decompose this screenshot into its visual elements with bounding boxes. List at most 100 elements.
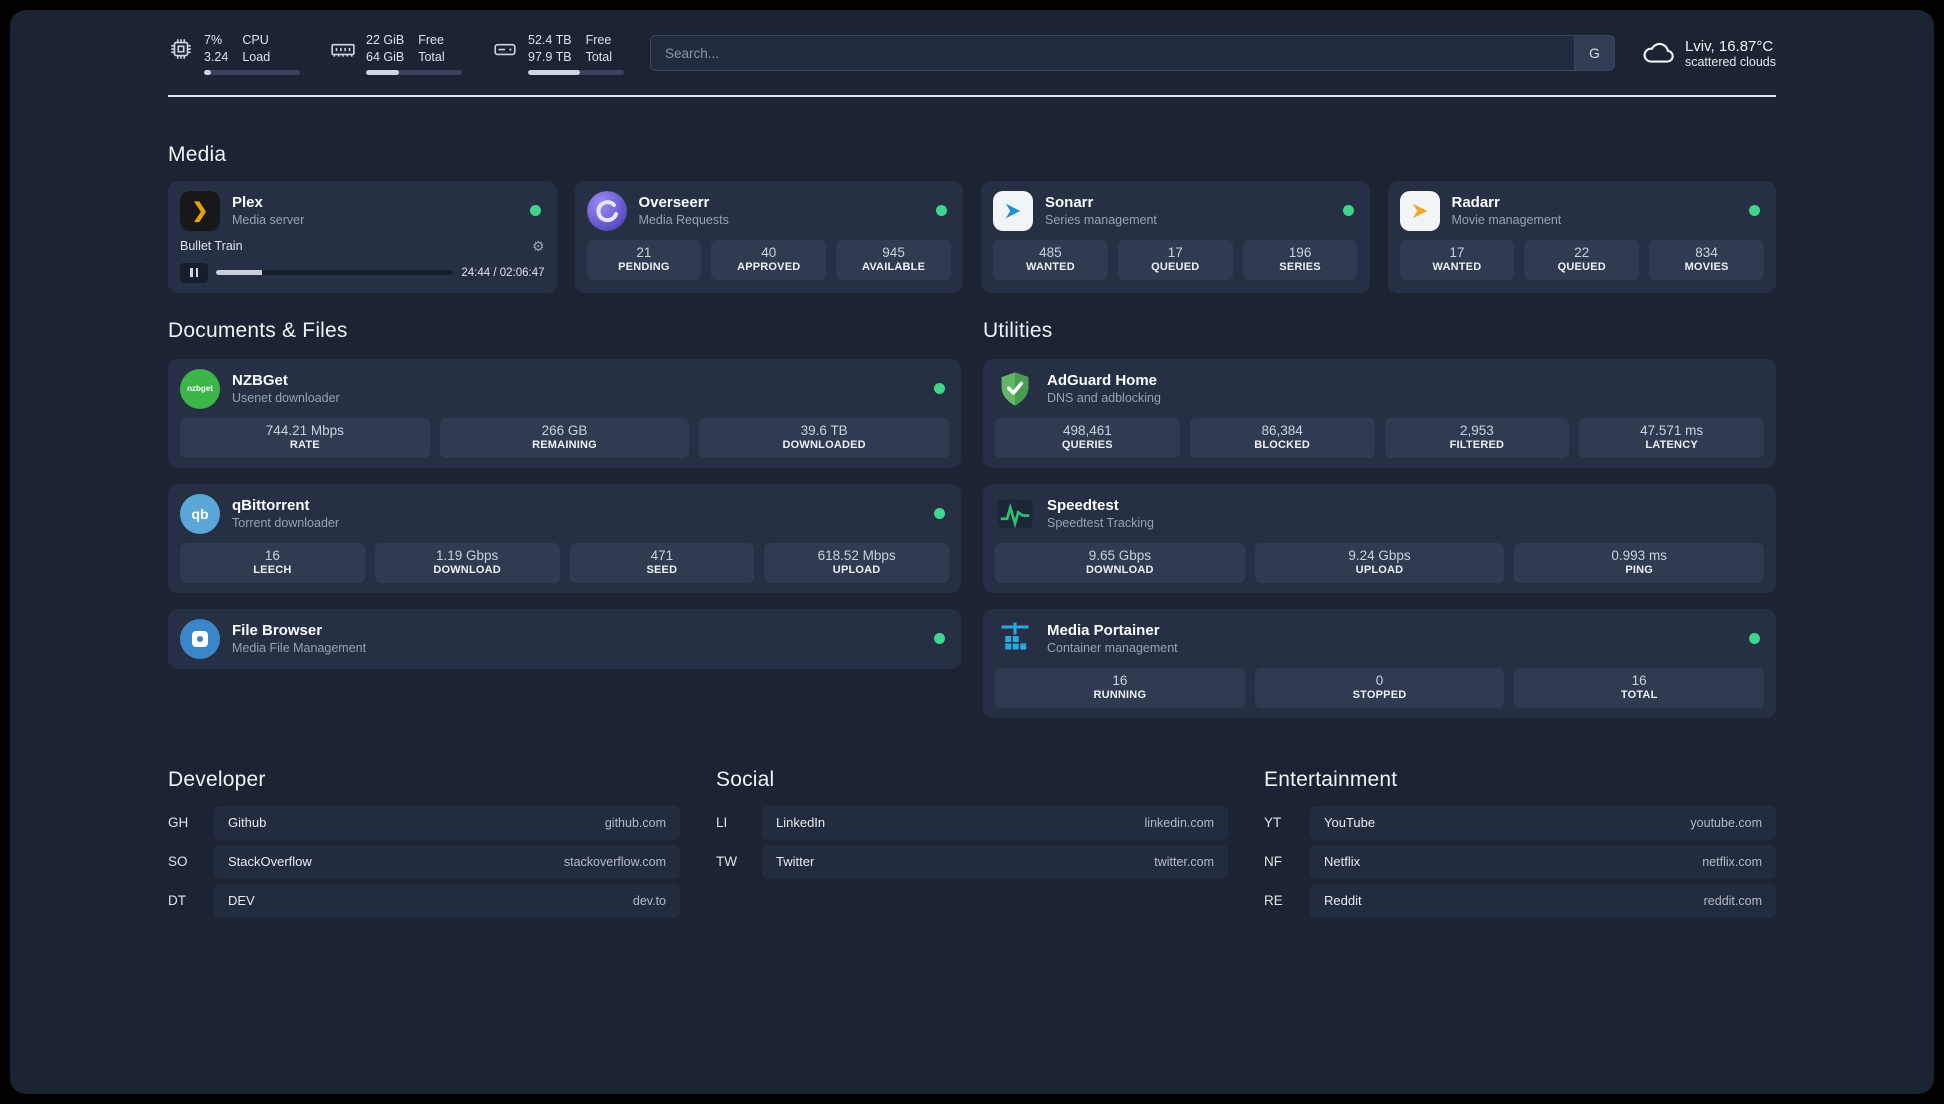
weather-location: Lviv, 16.87°C — [1684, 37, 1774, 55]
app-name-qbittorrent: qBittorrent — [232, 496, 310, 514]
app-desc-nzbget: Usenet downloader — [232, 391, 340, 406]
app-card-plex[interactable]: ❯ Plex Media server Bullet Train ⚙ 24:44… — [168, 180, 557, 293]
stat-running: 16 RUNNING — [995, 667, 1245, 708]
status-dot-filebrowser — [934, 633, 945, 645]
sonarr-icon — [993, 190, 1033, 231]
app-card-overseerr[interactable]: Overseerr Media Requests 21 PENDING 40 A… — [574, 180, 963, 293]
status-dot-nzbget — [934, 383, 945, 395]
app-name-speedtest: Speedtest — [1047, 496, 1119, 514]
app-card-qbittorrent[interactable]: qb qBittorrent Torrent downloader 16 LEE… — [168, 483, 961, 593]
stat-rate: 744.21 Mbps RATE — [180, 417, 430, 458]
radarr-icon — [1399, 190, 1440, 231]
weather-condition: scattered clouds — [1684, 54, 1776, 69]
stat-approved: 40 APPROVED — [711, 239, 827, 280]
bookmark-row-stackoverflow: SO StackOverflow stackoverflow.com — [168, 844, 680, 879]
app-card-radarr[interactable]: Radarr Movie management 17 WANTED 22 QUE… — [1387, 180, 1776, 293]
stat-ping: 0.993 ms PING — [1514, 542, 1765, 583]
status-dot-qbittorrent — [934, 508, 945, 520]
disk-metric: 52.4 TB 97.9 TB Free Total — [492, 32, 624, 75]
bookmark-link-reddit[interactable]: Reddit reddit.com — [1310, 883, 1776, 918]
media-section: Media ❯ Plex Media server Bullet Train ⚙ — [10, 143, 1934, 293]
status-dot-radarr — [1749, 205, 1760, 217]
search-input[interactable] — [651, 36, 1574, 71]
now-playing-title: Bullet Train — [180, 239, 243, 254]
overseerr-icon — [586, 190, 627, 231]
app-desc-speedtest: Speedtest Tracking — [1047, 516, 1155, 531]
stat-seed: 471 SEED — [569, 542, 755, 583]
section-title-social: Social — [716, 767, 775, 791]
playback-progress-bar[interactable] — [216, 270, 454, 276]
cpu-progress-bar — [204, 69, 300, 75]
ram-icon — [331, 43, 355, 57]
bookmark-link-netflix[interactable]: Netflix netflix.com — [1310, 844, 1776, 879]
ram-value: 22 GiB — [366, 33, 405, 47]
section-title-utilities: Utilities — [983, 318, 1053, 342]
disk-label-bottom: Total — [585, 49, 612, 64]
bookmark-abbr: SO — [168, 854, 188, 870]
search-bar: G — [650, 35, 1615, 72]
system-metrics: 7% 3.24 CPU Load 22 GiB 64 GiB Free Tota… — [168, 32, 624, 75]
pause-button[interactable] — [180, 262, 208, 283]
app-desc-sonarr: Series management — [1045, 213, 1157, 228]
app-card-adguard[interactable]: AdGuard Home DNS and adblocking 498,461 … — [983, 358, 1776, 468]
cpu-value: 7% — [204, 33, 223, 47]
bookmark-abbr: YT — [1264, 815, 1282, 831]
bookmark-abbr: RE — [1264, 893, 1283, 909]
bookmark-row-reddit: RE Reddit reddit.com — [1264, 883, 1776, 918]
app-name-plex: Plex — [232, 193, 263, 211]
app-card-portainer[interactable]: Media Portainer Container management 16 … — [983, 608, 1776, 718]
bookmark-abbr: NF — [1264, 854, 1282, 870]
stat-queued: 17 QUEUED — [1117, 239, 1233, 280]
qbittorrent-icon: qb — [180, 493, 220, 534]
status-dot-sonarr — [1342, 205, 1354, 217]
bookmark-link-stackoverflow[interactable]: StackOverflow stackoverflow.com — [214, 844, 680, 879]
stat-queued: 22 QUEUED — [1524, 239, 1640, 280]
playback-time: 24:44 / 02:06:47 — [461, 266, 545, 279]
weather-widget[interactable]: Lviv, 16.87°C scattered clouds — [1641, 36, 1776, 70]
bookmark-link-twitter[interactable]: Twitter twitter.com — [762, 844, 1228, 879]
stat-pending: 21 PENDING — [586, 239, 702, 280]
app-desc-qbittorrent: Torrent downloader — [232, 516, 340, 531]
topbar: 7% 3.24 CPU Load 22 GiB 64 GiB Free Tota… — [168, 32, 1776, 75]
cpu-label-top: CPU — [242, 33, 269, 47]
stat-blocked: 86,384 BLOCKED — [1189, 417, 1375, 458]
app-card-filebrowser[interactable]: File Browser Media File Management — [168, 608, 961, 669]
social-section: Social LI LinkedIn linkedin.com TW Twitt… — [716, 768, 1228, 879]
stat-downloaded: 39.6 TB DOWNLOADED — [699, 417, 950, 458]
topbar-divider — [168, 94, 1776, 97]
app-name-filebrowser: File Browser — [232, 621, 323, 639]
app-desc-plex: Media server — [232, 213, 305, 228]
developer-section: Developer GH Github github.com SO StackO… — [168, 768, 680, 918]
bookmark-link-youtube[interactable]: YouTube youtube.com — [1310, 805, 1776, 840]
app-name-nzbget: NZBGet — [232, 371, 288, 389]
ram-metric: 22 GiB 64 GiB Free Total — [330, 32, 462, 75]
bookmark-link-github[interactable]: Github github.com — [214, 805, 680, 840]
bookmark-link-linkedin[interactable]: LinkedIn linkedin.com — [762, 805, 1228, 840]
bookmark-abbr: LI — [716, 815, 728, 831]
disk-icon — [494, 43, 516, 56]
entertainment-section: Entertainment YT YouTube youtube.com NF … — [1264, 768, 1776, 918]
app-card-speedtest[interactable]: Speedtest Speedtest Tracking 9.65 Gbps D… — [983, 483, 1776, 593]
disk-sub: 97.9 TB — [528, 49, 572, 64]
search-engine-button[interactable]: G — [1573, 36, 1614, 71]
section-title-media: Media — [168, 142, 227, 166]
stat-stopped: 0 STOPPED — [1254, 667, 1505, 708]
gear-icon[interactable]: ⚙ — [532, 238, 545, 255]
bookmark-abbr: GH — [168, 815, 189, 831]
documents-section: Documents & Files nzbget NZBGet Usenet d… — [168, 319, 961, 669]
app-name-adguard: AdGuard Home — [1047, 371, 1158, 389]
stat-available: 945 AVAILABLE — [836, 239, 951, 280]
cloud-icon — [1643, 43, 1674, 63]
stat-download: 9.65 Gbps DOWNLOAD — [995, 542, 1245, 583]
app-card-sonarr[interactable]: Sonarr Series management 485 WANTED 17 Q… — [981, 180, 1370, 293]
stat-total: 16 TOTAL — [1514, 667, 1765, 708]
stat-wanted: 17 WANTED — [1399, 239, 1515, 280]
ram-label-bottom: Total — [418, 49, 445, 64]
cpu-icon — [171, 39, 191, 59]
portainer-icon — [995, 619, 1035, 659]
stat-remaining: 266 GB REMAINING — [439, 417, 690, 458]
section-title-developer: Developer — [168, 767, 266, 791]
speedtest-icon — [995, 494, 1035, 534]
app-card-nzbget[interactable]: nzbget NZBGet Usenet downloader 744.21 M… — [168, 358, 961, 468]
bookmark-link-dev[interactable]: DEV dev.to — [214, 883, 680, 918]
